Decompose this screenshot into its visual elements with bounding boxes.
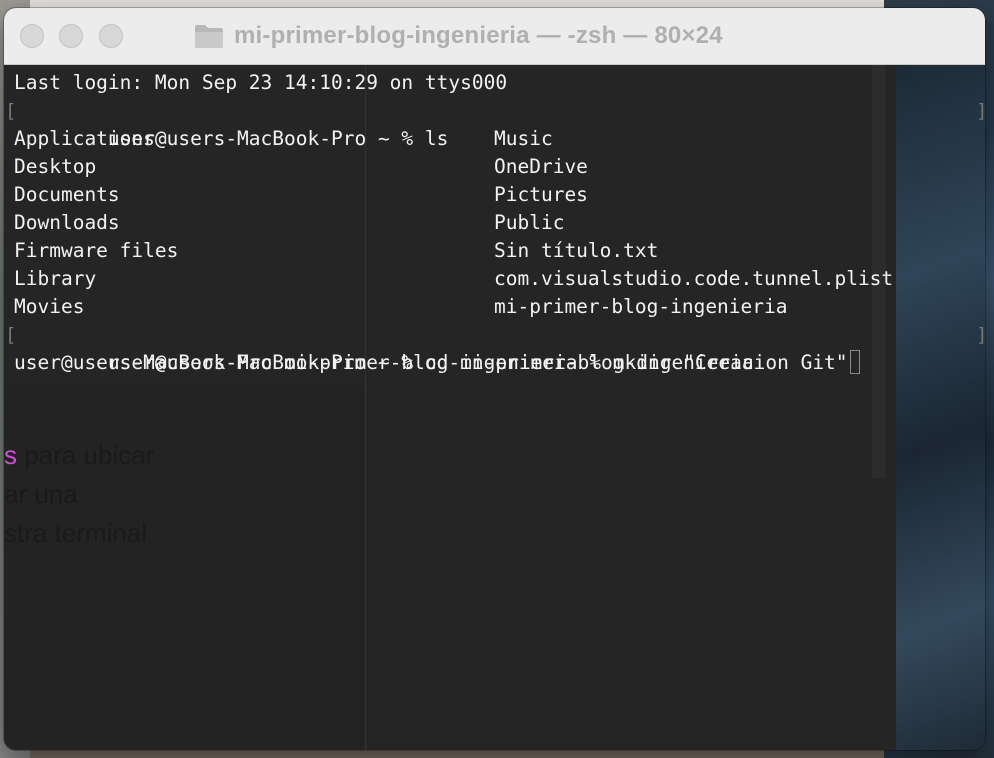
command-line: [user@users-MacBook-Pro ~ % ls] bbox=[5, 97, 985, 150]
window-title-group: mi-primer-blog-ingenieria — -zsh — 80×24 bbox=[194, 21, 723, 51]
ls-row: Desktop OneDrive bbox=[14, 155, 588, 178]
background-text-line: s para ubicar bbox=[4, 440, 155, 470]
ls-row: Firmware files Sin título.txt bbox=[14, 239, 659, 262]
terminal-content[interactable]: s para ubicar ar una stra terminal Last … bbox=[4, 65, 985, 750]
command-line-current[interactable]: user@users-MacBook-Pro mi-primer-blog-in… bbox=[14, 349, 860, 377]
text-cursor bbox=[849, 350, 860, 374]
terminal-window[interactable]: mi-primer-blog-ingenieria — -zsh — 80×24… bbox=[4, 8, 985, 750]
desktop-bleed bbox=[896, 65, 985, 750]
minimize-button[interactable] bbox=[59, 24, 83, 48]
prompt-mark: [ bbox=[5, 324, 17, 346]
zoom-button[interactable] bbox=[99, 24, 123, 48]
prompt-mark: ] bbox=[976, 97, 985, 125]
background-text-line: stra terminal bbox=[4, 518, 148, 548]
last-login-line: Last login: Mon Sep 23 14:10:29 on ttys0… bbox=[14, 71, 508, 94]
ls-row: Downloads Public bbox=[14, 211, 565, 234]
ls-row: Movies mi-primer-blog-ingenieria bbox=[14, 295, 788, 318]
prompt-mark: [ bbox=[5, 100, 17, 122]
prompt-mark: ] bbox=[976, 321, 985, 349]
command-line: [user@users-MacBook-Pro ~ % cd mi-primer… bbox=[5, 321, 985, 374]
window-title: mi-primer-blog-ingenieria — -zsh — 80×24 bbox=[234, 22, 723, 49]
ls-row: Documents Pictures bbox=[14, 183, 588, 206]
title-bar[interactable]: mi-primer-blog-ingenieria — -zsh — 80×24 bbox=[4, 8, 985, 65]
background-text-line: ar una bbox=[4, 479, 78, 509]
terminal-output[interactable]: Last login: Mon Sep 23 14:10:29 on ttys0… bbox=[5, 69, 985, 377]
ls-row: Library com.visualstudio.code.tunnel.plis… bbox=[14, 267, 894, 290]
close-button[interactable] bbox=[20, 24, 44, 48]
ls-row: Applications Music bbox=[14, 127, 553, 150]
folder-icon bbox=[195, 25, 223, 48]
background-document: s para ubicar ar una stra terminal bbox=[4, 385, 364, 750]
